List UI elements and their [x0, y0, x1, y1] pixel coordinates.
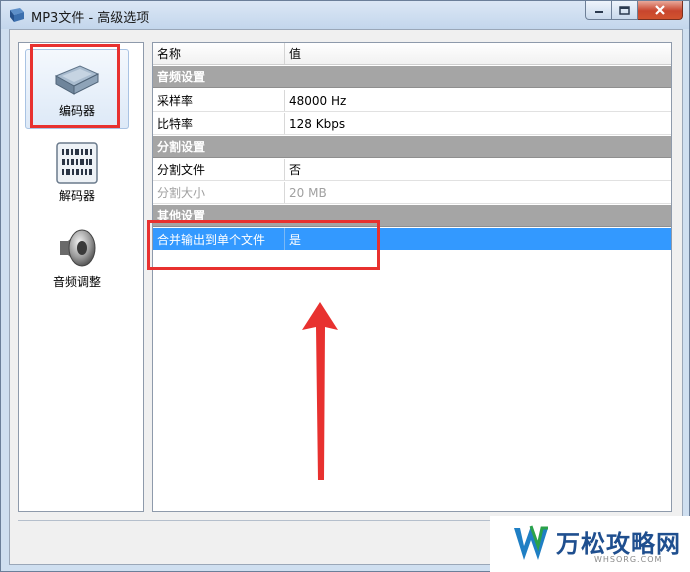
close-icon	[655, 5, 665, 15]
category-split-settings[interactable]: 分割设置	[153, 136, 671, 158]
sidebar-item-label: 解码器	[58, 189, 95, 203]
property-value: 20 MB	[289, 185, 327, 200]
minimize-button[interactable]	[585, 1, 612, 20]
speaker-icon	[60, 229, 96, 267]
sidebar-item-label: 音频调整	[52, 275, 101, 289]
maximize-icon	[619, 5, 630, 15]
property-value[interactable]: 128 Kbps	[285, 113, 345, 134]
property-row-bitrate[interactable]: 比特率 128 Kbps	[153, 113, 671, 135]
property-value[interactable]: 是	[285, 228, 301, 250]
app-icon	[10, 8, 24, 22]
maximize-button[interactable]	[612, 1, 638, 20]
annotation-arrow-icon	[302, 302, 338, 480]
column-header-name[interactable]: 名称	[153, 43, 285, 64]
column-header-value[interactable]: 值	[285, 43, 301, 64]
property-row-merge-output[interactable]: 合并输出到单个文件 是	[153, 228, 671, 250]
property-name: 分割大小	[153, 182, 285, 203]
close-button[interactable]	[638, 1, 683, 20]
sidebar-item-encoder[interactable]: 编码器	[25, 49, 129, 129]
minimize-icon	[594, 11, 603, 13]
property-value[interactable]: 48000 Hz	[285, 90, 346, 111]
sidebar-item-label: 编码器	[58, 104, 95, 118]
window-controls	[585, 1, 683, 21]
property-value[interactable]: 否	[285, 159, 301, 180]
property-name: 分割文件	[153, 159, 285, 180]
property-name: 合并输出到单个文件	[153, 228, 285, 250]
window-title: MP3文件 - 高级选项	[31, 11, 150, 26]
category-other-settings[interactable]: 其他设置	[153, 205, 671, 227]
category-audio-settings[interactable]: 音频设置	[153, 66, 671, 88]
watermark-subtext: WHSORG.COM	[594, 555, 663, 564]
watermark: 万松攻略网 WHSORG.COM	[490, 516, 690, 572]
decoder-barcode-icon	[56, 142, 98, 184]
property-name: 采样率	[153, 90, 285, 111]
property-row-split-file[interactable]: 分割文件 否	[153, 159, 671, 181]
category-sidebar: 编码器 解码器 音频调整	[18, 42, 144, 512]
grid-header: 名称 值	[153, 43, 671, 65]
property-grid: 名称 值 音频设置 采样率 48000 Hz 比特率 128 Kbps 分割设置…	[152, 42, 672, 512]
watermark-logo-icon	[514, 525, 548, 560]
property-row-sample-rate[interactable]: 采样率 48000 Hz	[153, 90, 671, 112]
sidebar-item-decoder[interactable]: 解码器	[25, 135, 129, 205]
watermark-text: 万松攻略网	[556, 530, 681, 558]
property-name: 比特率	[153, 113, 285, 134]
title-bar[interactable]: MP3文件 - 高级选项	[1, 1, 689, 29]
property-row-split-size: 分割大小 20 MB	[153, 182, 671, 204]
encoder-box-icon	[54, 65, 100, 95]
sidebar-item-audio-adjust[interactable]: 音频调整	[25, 219, 129, 291]
